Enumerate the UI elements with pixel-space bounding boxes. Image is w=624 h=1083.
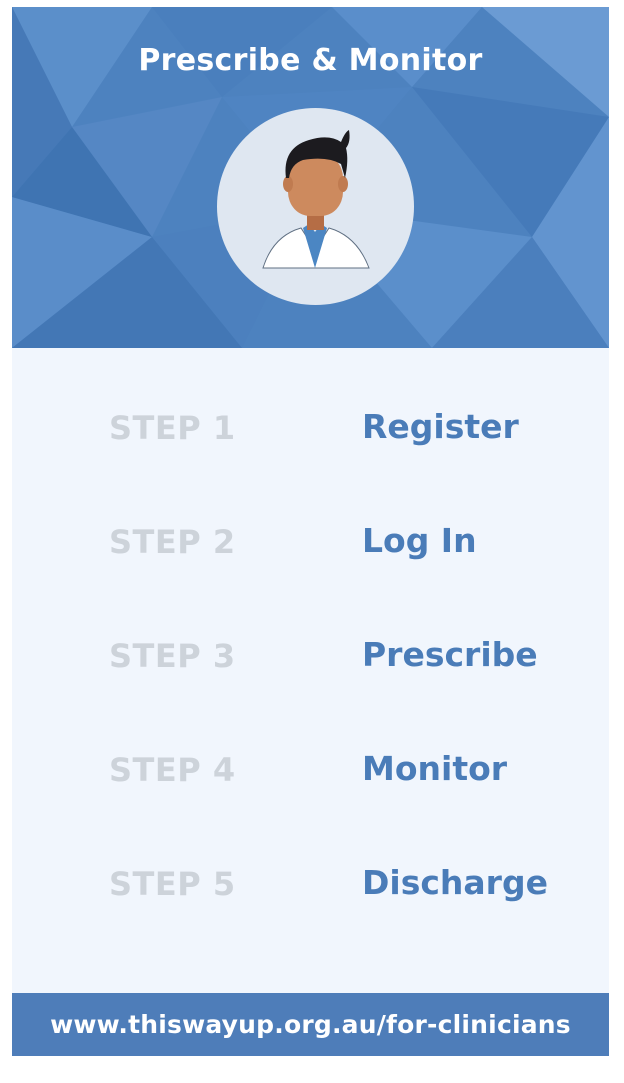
step-label-register: Register [362, 407, 519, 446]
step-label-discharge: Discharge [362, 863, 548, 902]
steps-list: STEP 1 Register STEP 2 Log In STEP 3 Pre… [12, 348, 609, 993]
step-number: STEP 3 [109, 637, 236, 675]
doctor-avatar-icon [217, 108, 414, 305]
footer-bar: www.thiswayup.org.au/for-clinicians [12, 993, 609, 1056]
info-card: Prescribe & Monitor STEP 1 Register STEP… [12, 7, 609, 1056]
step-row-4: STEP 4 Monitor [12, 741, 609, 801]
step-label-prescribe: Prescribe [362, 635, 538, 674]
page-title: Prescribe & Monitor [138, 43, 483, 78]
step-label-monitor: Monitor [362, 749, 508, 788]
clinicians-website-link[interactable]: www.thiswayup.org.au/for-clinicians [12, 1010, 609, 1039]
step-row-3: STEP 3 Prescribe [12, 627, 609, 687]
step-number: STEP 1 [109, 409, 236, 447]
step-number: STEP 2 [109, 523, 236, 561]
step-label-log-in: Log In [362, 521, 477, 560]
step-number: STEP 4 [109, 751, 236, 789]
step-row-2: STEP 2 Log In [12, 513, 609, 573]
step-number: STEP 5 [109, 865, 236, 903]
header-banner: Prescribe & Monitor [12, 7, 609, 348]
step-row-5: STEP 5 Discharge [12, 855, 609, 915]
step-row-1: STEP 1 Register [12, 399, 609, 459]
